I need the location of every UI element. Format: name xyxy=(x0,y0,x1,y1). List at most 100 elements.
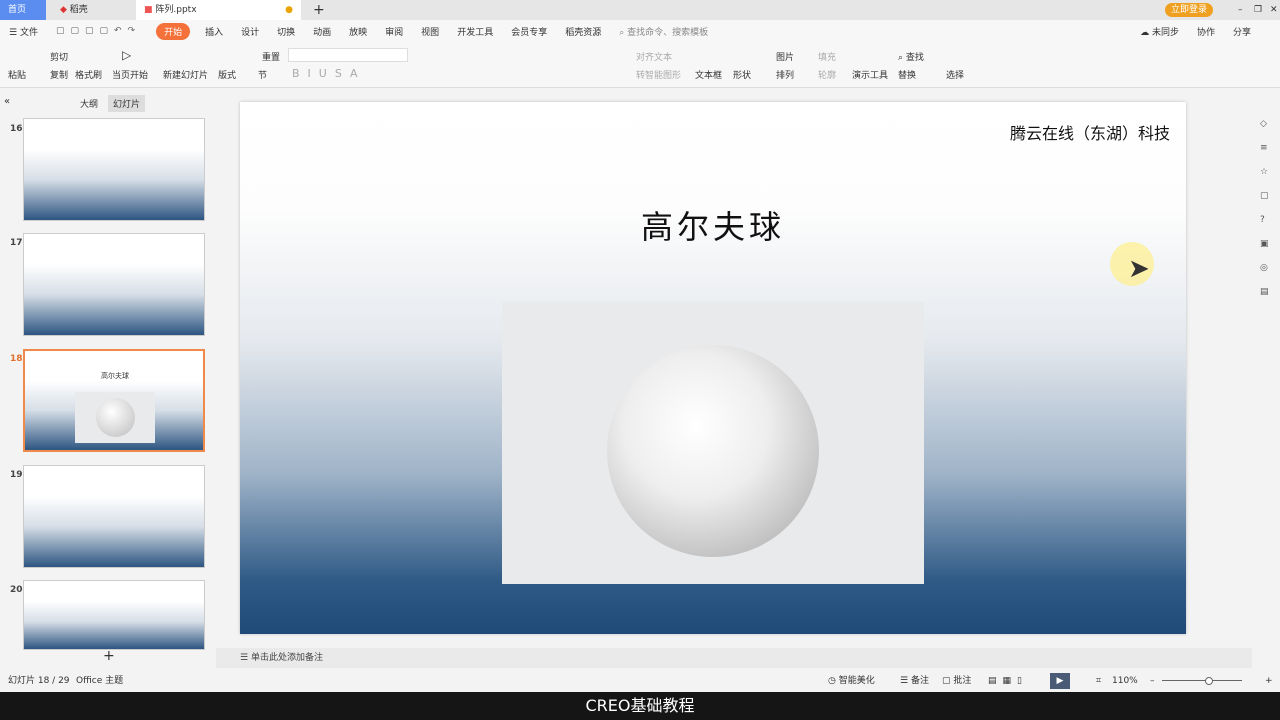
menu-home[interactable]: 开始 xyxy=(156,22,191,40)
slide-canvas[interactable]: 腾云在线（东湖）科技 高尔夫球 ➤ xyxy=(240,102,1186,634)
tab-label: 阵列.pptx xyxy=(155,5,197,15)
picture-button[interactable]: 图片 xyxy=(776,50,794,63)
layout-button[interactable]: 版式 xyxy=(218,68,236,81)
menu-bar: ☰ 文件 ▢▢▢▢↶↷ 开始 插入 设计 切换 动画 放映 审阅 视图 开发工具… xyxy=(0,20,1280,42)
replace-button[interactable]: 替换 xyxy=(898,68,916,81)
notes-label: 备注 xyxy=(910,676,929,686)
slide-number: 18 xyxy=(10,354,23,364)
menu-transition[interactable]: 切换 xyxy=(268,25,304,38)
beautify-button[interactable]: ◷ 智能美化 xyxy=(828,670,875,692)
slide-number: 20 xyxy=(10,585,23,595)
format-painter-button[interactable]: 格式刷 xyxy=(75,68,102,81)
reset-button[interactable]: 重置 xyxy=(262,50,280,63)
slide-thumbnail-selected[interactable]: 高尔夫球 xyxy=(23,349,205,452)
paste-button[interactable]: 粘贴 xyxy=(8,68,26,81)
notes-button[interactable]: ☰ 备注 xyxy=(900,670,929,692)
menu-insert[interactable]: 插入 xyxy=(196,25,232,38)
align-text-button[interactable]: 对齐文本 xyxy=(636,50,672,63)
zoom-out-button[interactable]: – xyxy=(1150,670,1155,692)
fill-button[interactable]: 填充 xyxy=(818,50,836,63)
tab-outline[interactable]: 大纲 xyxy=(80,97,98,110)
add-slide-button[interactable]: + xyxy=(103,648,115,664)
notes-area[interactable]: ☰ 单击此处添加备注 xyxy=(216,648,1252,668)
menu-design[interactable]: 设计 xyxy=(232,25,268,38)
share-button[interactable]: 分享 xyxy=(1224,25,1260,38)
side-tool-icons[interactable]: ◇ ≡ ☆ ▢? ▣ ◎ ▤ xyxy=(1260,112,1272,304)
zoom-slider-handle[interactable] xyxy=(1205,677,1213,685)
notes-placeholder: 单击此处添加备注 xyxy=(250,653,323,663)
menu-member[interactable]: 会员专享 xyxy=(502,25,556,38)
collapse-panel-button[interactable]: « xyxy=(4,96,10,107)
comment-label: 批注 xyxy=(953,676,972,686)
right-toolbar: ◇ ≡ ☆ ▢? ▣ ◎ ▤ xyxy=(1252,88,1280,670)
status-bar: 幻灯片 18 / 29 Office 主题 ◷ 智能美化 ☰ 备注 ▢ 批注 ▤… xyxy=(0,670,1280,692)
slide-thumbnail[interactable] xyxy=(23,465,205,568)
docer-icon: ◆ xyxy=(60,5,67,15)
thumb-image xyxy=(75,392,155,443)
close-button[interactable]: ✕ xyxy=(1262,0,1278,20)
beautify-label: 智能美化 xyxy=(838,676,875,686)
zoom-slider[interactable] xyxy=(1162,680,1242,681)
sync-button[interactable]: ☁ 未同步 xyxy=(1131,25,1188,38)
collab-button[interactable]: 协作 xyxy=(1188,25,1224,38)
outline-button[interactable]: 轮廓 xyxy=(818,68,836,81)
textbox-button[interactable]: 文本框 xyxy=(695,68,722,81)
find-label: 查找 xyxy=(905,53,924,63)
font-selector[interactable] xyxy=(288,48,408,62)
slide-thumbnail[interactable] xyxy=(23,580,205,650)
slide-number: 16 xyxy=(10,124,23,134)
slide-thumbnail[interactable] xyxy=(23,118,205,221)
menu-animation[interactable]: 动画 xyxy=(304,25,340,38)
comment-button[interactable]: ▢ 批注 xyxy=(942,670,971,692)
menu-docer[interactable]: 稻壳资源 xyxy=(556,25,610,38)
sync-label: 未同步 xyxy=(1151,27,1179,38)
fit-icon[interactable]: ⌗ xyxy=(1096,670,1101,692)
section-button[interactable]: 节 xyxy=(258,68,267,81)
play-current-button[interactable]: 当页开始 xyxy=(112,68,148,81)
view-buttons[interactable]: ▤▦▯ xyxy=(988,670,1028,692)
zoom-level[interactable]: 110% xyxy=(1112,670,1138,692)
copy-button[interactable]: 复制 xyxy=(50,68,68,81)
tab-home[interactable]: 首页 xyxy=(0,0,46,20)
smartart-button[interactable]: 转智能图形 xyxy=(636,68,681,81)
quick-access-icons[interactable]: ▢▢▢▢↶↷ xyxy=(47,26,150,36)
tab-label: 稻壳 xyxy=(69,5,88,15)
unsaved-dot-icon: ● xyxy=(285,5,293,15)
slide-number: 19 xyxy=(10,470,23,480)
tab-document[interactable]: ■ 阵列.pptx ● xyxy=(136,0,301,20)
slideshow-button[interactable]: ▶ xyxy=(1050,673,1070,689)
golf-ball-image[interactable] xyxy=(502,302,924,584)
tab-docer[interactable]: ◆ 稻壳 xyxy=(52,0,132,20)
select-button[interactable]: 选择 xyxy=(946,68,964,81)
new-slide-button[interactable]: 新建幻灯片 xyxy=(163,68,208,81)
menu-view[interactable]: 视图 xyxy=(412,25,448,38)
slide-title: 高尔夫球 xyxy=(640,208,785,246)
command-search[interactable]: ⌕ 查找命令、搜索模板 xyxy=(610,25,717,38)
login-button[interactable]: 立即登录 xyxy=(1165,3,1214,17)
menu-file[interactable]: ☰ 文件 xyxy=(0,25,47,38)
find-button[interactable]: ⌕ 查找 xyxy=(898,50,924,63)
slide-thumbnail[interactable] xyxy=(23,233,205,336)
minimize-button[interactable]: – xyxy=(1230,0,1243,20)
theme-name: Office 主题 xyxy=(76,676,124,686)
present-tools-button[interactable]: 演示工具 xyxy=(852,68,888,81)
new-tab-button[interactable]: + xyxy=(305,0,325,20)
ribbon: 粘贴 剪切 复制 格式刷 ▷ 当页开始 新建幻灯片 版式 重置 节 BIUSA … xyxy=(0,42,1280,88)
cut-button[interactable]: 剪切 xyxy=(50,50,68,63)
mouse-cursor-icon: ➤ xyxy=(1128,254,1150,284)
font-format-buttons[interactable]: BIUSA xyxy=(292,67,366,80)
menu-review[interactable]: 审阅 xyxy=(376,25,412,38)
shape-button[interactable]: 形状 xyxy=(733,68,751,81)
video-subtitle: CREO基础教程 xyxy=(0,692,1280,720)
arrange-button[interactable]: 排列 xyxy=(776,68,794,81)
menu-slideshow[interactable]: 放映 xyxy=(340,25,376,38)
menu-developer[interactable]: 开发工具 xyxy=(448,25,502,38)
pptx-icon: ■ xyxy=(144,5,153,15)
golf-ball xyxy=(607,345,819,557)
tab-slides[interactable]: 幻灯片 xyxy=(108,95,146,112)
slide-panel: « 大纲 幻灯片 16 17 18 高尔夫球 19 20 + xyxy=(0,88,216,670)
slide-count: 幻灯片 18 / 29 xyxy=(8,676,70,686)
maximize-button[interactable]: ❐ xyxy=(1246,0,1262,20)
menu-label: 文件 xyxy=(19,27,38,38)
zoom-in-button[interactable]: + xyxy=(1265,670,1273,692)
